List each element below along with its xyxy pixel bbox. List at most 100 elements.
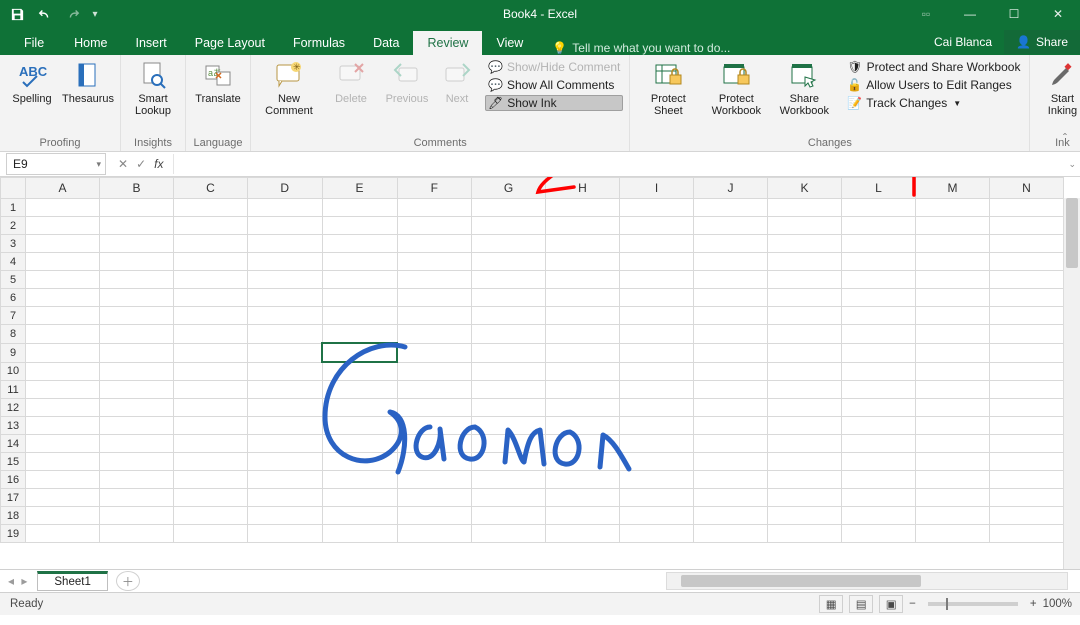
ribbon-options-icon[interactable]: ▫▫ <box>904 0 948 28</box>
row-header[interactable]: 19 <box>1 525 26 543</box>
cell[interactable] <box>26 307 100 325</box>
save-icon[interactable] <box>6 3 28 25</box>
cell[interactable] <box>100 253 174 271</box>
cell[interactable] <box>100 289 174 307</box>
row-header[interactable]: 12 <box>1 399 26 417</box>
cell[interactable] <box>990 217 1064 235</box>
cell[interactable] <box>472 399 546 417</box>
cell[interactable] <box>248 271 323 289</box>
cell[interactable] <box>694 507 768 525</box>
cell[interactable] <box>990 471 1064 489</box>
cell[interactable] <box>322 253 397 271</box>
cell[interactable] <box>546 307 620 325</box>
tab-page-layout[interactable]: Page Layout <box>181 31 279 55</box>
cell[interactable] <box>768 253 842 271</box>
cell[interactable] <box>620 325 694 344</box>
protect-workbook-button[interactable]: Protect Workbook <box>704 59 768 117</box>
cell[interactable] <box>100 507 174 525</box>
cell[interactable] <box>842 325 916 344</box>
cell[interactable] <box>248 289 323 307</box>
cell[interactable] <box>100 235 174 253</box>
cell[interactable] <box>694 525 768 543</box>
start-inking-button[interactable]: Start Inking <box>1036 59 1080 117</box>
cell[interactable] <box>768 417 842 435</box>
cell[interactable] <box>620 417 694 435</box>
cell[interactable] <box>916 489 990 507</box>
tab-file[interactable]: File <box>8 31 60 55</box>
cell[interactable] <box>842 253 916 271</box>
row-header[interactable]: 15 <box>1 453 26 471</box>
select-all-corner[interactable] <box>1 178 26 199</box>
cell[interactable] <box>174 381 248 399</box>
cell[interactable] <box>620 435 694 453</box>
zoom-in-icon[interactable]: + <box>1030 598 1037 610</box>
cell[interactable] <box>397 489 472 507</box>
cell[interactable] <box>472 489 546 507</box>
cell[interactable] <box>842 343 916 362</box>
accept-formula-icon[interactable]: ✓ <box>136 157 146 171</box>
cell[interactable] <box>620 343 694 362</box>
cell[interactable] <box>546 489 620 507</box>
cell[interactable] <box>694 217 768 235</box>
cell[interactable] <box>397 307 472 325</box>
cell[interactable] <box>322 471 397 489</box>
cell[interactable] <box>174 435 248 453</box>
cell[interactable] <box>916 343 990 362</box>
cell[interactable] <box>397 199 472 217</box>
cell[interactable] <box>322 435 397 453</box>
cell[interactable] <box>768 489 842 507</box>
row-header[interactable]: 11 <box>1 381 26 399</box>
cell[interactable] <box>100 217 174 235</box>
cell[interactable] <box>26 453 100 471</box>
cell[interactable] <box>248 525 323 543</box>
cell[interactable] <box>768 343 842 362</box>
cell[interactable] <box>916 381 990 399</box>
cell[interactable] <box>397 289 472 307</box>
cell[interactable] <box>620 271 694 289</box>
row-header[interactable]: 5 <box>1 271 26 289</box>
cell[interactable] <box>620 217 694 235</box>
cell[interactable] <box>472 235 546 253</box>
cell[interactable] <box>546 289 620 307</box>
share-workbook-button[interactable]: Share Workbook <box>772 59 836 117</box>
cell[interactable] <box>620 471 694 489</box>
cell[interactable] <box>100 417 174 435</box>
column-header[interactable]: F <box>397 178 472 199</box>
column-header[interactable]: L <box>842 178 916 199</box>
cell[interactable] <box>916 271 990 289</box>
cell[interactable] <box>322 325 397 344</box>
cell[interactable] <box>248 471 323 489</box>
cell[interactable] <box>100 471 174 489</box>
cell[interactable] <box>322 399 397 417</box>
cell[interactable] <box>322 235 397 253</box>
cell[interactable] <box>472 381 546 399</box>
cell[interactable] <box>397 343 472 362</box>
cell[interactable] <box>916 307 990 325</box>
new-comment-button[interactable]: ✳ New Comment <box>257 59 321 117</box>
column-header[interactable]: E <box>322 178 397 199</box>
cell[interactable] <box>472 289 546 307</box>
cell[interactable] <box>546 453 620 471</box>
smart-lookup-button[interactable]: Smart Lookup <box>127 59 179 117</box>
cell[interactable] <box>174 525 248 543</box>
cell[interactable] <box>472 435 546 453</box>
cell[interactable] <box>26 435 100 453</box>
cell[interactable] <box>916 507 990 525</box>
cell[interactable] <box>842 471 916 489</box>
cell[interactable] <box>768 199 842 217</box>
cell[interactable] <box>546 471 620 489</box>
cell[interactable] <box>842 417 916 435</box>
cell[interactable] <box>990 235 1064 253</box>
cell[interactable] <box>546 199 620 217</box>
cell[interactable] <box>620 453 694 471</box>
allow-edit-ranges-button[interactable]: 🔓Allow Users to Edit Ranges <box>844 77 1023 93</box>
cell[interactable] <box>100 435 174 453</box>
cell[interactable] <box>620 253 694 271</box>
cell[interactable] <box>842 525 916 543</box>
cell[interactable] <box>990 199 1064 217</box>
cell[interactable] <box>472 325 546 344</box>
cell[interactable] <box>546 362 620 381</box>
cell[interactable] <box>694 381 768 399</box>
tell-me-search[interactable]: 💡 Tell me what you want to do... <box>552 41 730 55</box>
cell[interactable] <box>768 399 842 417</box>
